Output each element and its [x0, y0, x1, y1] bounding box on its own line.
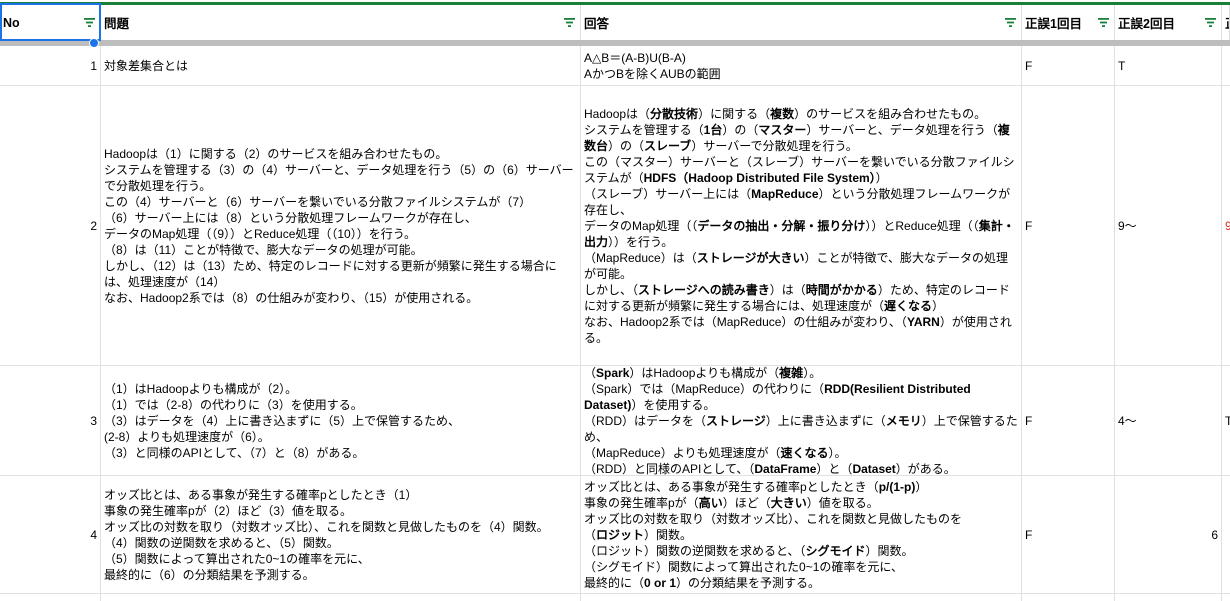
- column-header-r1[interactable]: 正誤1回目: [1022, 5, 1115, 40]
- filter-icon[interactable]: [1097, 17, 1110, 28]
- table-row: 3 （1）はHadoopよりも構成が（2）。 （1）では（2-8）の代わりに（3）…: [0, 366, 1230, 476]
- cell-no-text: 2: [90, 218, 97, 233]
- table-body: 1 対象差集合とは A△B＝(A-B)U(B-A) AかつBを除くAUBの範囲 F T 2…: [0, 46, 1230, 601]
- cell-answer[interactable]: A△B＝(A-B)U(B-A) AかつBを除くAUBの範囲: [581, 46, 1022, 85]
- cell-result-3-clipped[interactable]: [1222, 476, 1230, 593]
- cell-result-1-text: F: [1025, 218, 1033, 233]
- cell-no-text: 3: [90, 413, 97, 428]
- cell-result-2[interactable]: 4～: [1115, 366, 1222, 475]
- cell-result-2-text: 6: [1211, 527, 1218, 542]
- column-header-label: 正誤2回目: [1118, 17, 1175, 31]
- cell-question-text: （1）はHadoopよりも構成が（2）。 （1）では（2-8）の代わりに（3）を…: [104, 381, 461, 460]
- cell-no[interactable]: 2: [0, 86, 101, 365]
- table-row: ニューラルネットワークは、内部に（重み）w（バイアス）と呼ばれる: [0, 594, 1230, 601]
- filter-icon[interactable]: [1004, 17, 1017, 28]
- cell-no[interactable]: 3: [0, 366, 101, 475]
- cell-question[interactable]: Hadoopは（1）に関する（2）のサービスを組み合わせたもの。 システムを管理…: [101, 86, 581, 365]
- filter-icon[interactable]: [563, 17, 576, 28]
- column-header-a[interactable]: 回答: [581, 5, 1022, 40]
- cell-no-text: 1: [90, 58, 97, 73]
- cell-result-2[interactable]: T: [1115, 46, 1222, 85]
- filter-icon[interactable]: [1204, 17, 1217, 28]
- cell-answer[interactable]: ニューラルネットワークは、内部に（重み）w（バイアス）と呼ばれる: [581, 594, 1022, 601]
- header-row: No 問題 回答 正誤1回目 正誤2回目 正誤3回目: [0, 5, 1230, 40]
- cell-result-3-clipped-text: T: [1225, 413, 1230, 428]
- cell-result-1-text: F: [1025, 413, 1033, 428]
- cell-answer-text: オッズ比とは、ある事象が発生する確率pとしたとき（p/(1-p)） 事象の発生確…: [584, 479, 963, 590]
- cell-result-1[interactable]: F: [1022, 86, 1115, 365]
- table-row: 1 対象差集合とは A△B＝(A-B)U(B-A) AかつBを除くAUBの範囲 F T: [0, 46, 1230, 86]
- column-header-label: No: [3, 15, 20, 30]
- cell-result-3-clipped[interactable]: 9: [1222, 86, 1230, 365]
- column-header-label: 回答: [584, 17, 610, 31]
- cell-answer-text: Hadoopは（分散技術）に関する（複数）のサービスを組み合わせたもの。 システ…: [584, 106, 1015, 345]
- cell-result-3-clipped[interactable]: [1222, 594, 1230, 601]
- spreadsheet-grid: No 問題 回答 正誤1回目 正誤2回目 正誤3回目 1 対象差集合とは A△B＝(A-B)U…: [0, 0, 1230, 601]
- cell-question[interactable]: 対象差集合とは: [101, 46, 581, 85]
- cell-result-2-text: 9～: [1118, 218, 1137, 233]
- cell-answer[interactable]: （Spark）はHadoopよりも構成が（複雑）。 （Spark）では（MapR…: [581, 366, 1022, 475]
- cell-result-3-clipped[interactable]: [1222, 46, 1230, 85]
- cell-answer-text: A△B＝(A-B)U(B-A) AかつBを除くAUBの範囲: [584, 50, 721, 81]
- table-row: 4 オッズ比とは、ある事象が発生する確率pとしたとき（1） 事象の発生確率pが（2…: [0, 476, 1230, 594]
- cell-result-3-clipped[interactable]: T: [1222, 366, 1230, 475]
- cell-question[interactable]: オッズ比とは、ある事象が発生する確率pとしたとき（1） 事象の発生確率pが（2）…: [101, 476, 581, 593]
- cell-result-3-clipped-text: 9: [1225, 218, 1230, 233]
- table-row: 2 Hadoopは（1）に関する（2）のサービスを組み合わせたもの。 システムを管…: [0, 86, 1230, 366]
- cell-result-2[interactable]: 6: [1115, 476, 1222, 593]
- cell-no[interactable]: [0, 594, 101, 601]
- fill-handle[interactable]: [89, 38, 99, 48]
- cell-question-text: オッズ比とは、ある事象が発生する確率pとしたとき（1） 事象の発生確率pが（2）…: [104, 487, 549, 582]
- cell-no-text: 4: [90, 527, 97, 542]
- cell-result-2-text: 4～: [1118, 413, 1137, 428]
- cell-result-1[interactable]: F: [1022, 46, 1115, 85]
- cell-result-1[interactable]: [1022, 594, 1115, 601]
- column-header-q[interactable]: 問題: [101, 5, 581, 40]
- cell-no[interactable]: 4: [0, 476, 101, 593]
- cell-result-2[interactable]: 9～: [1115, 86, 1222, 365]
- cell-answer[interactable]: オッズ比とは、ある事象が発生する確率pとしたとき（p/(1-p)） 事象の発生確…: [581, 476, 1022, 593]
- cell-question[interactable]: （1）はHadoopよりも構成が（2）。 （1）では（2-8）の代わりに（3）を…: [101, 366, 581, 475]
- cell-question-text: 対象差集合とは: [104, 58, 189, 73]
- cell-answer[interactable]: Hadoopは（分散技術）に関する（複数）のサービスを組み合わせたもの。 システ…: [581, 86, 1022, 365]
- cell-result-1[interactable]: F: [1022, 476, 1115, 593]
- cell-result-1-text: F: [1025, 527, 1033, 542]
- cell-result-2[interactable]: [1115, 594, 1222, 601]
- column-header-r2[interactable]: 正誤2回目: [1115, 5, 1222, 40]
- cell-question-text: Hadoopは（1）に関する（2）のサービスを組み合わせたもの。 システムを管理…: [104, 146, 574, 305]
- cell-result-1[interactable]: F: [1022, 366, 1115, 475]
- cell-result-2-text: T: [1118, 58, 1126, 73]
- column-header-label: 問題: [104, 17, 130, 31]
- filter-icon[interactable]: [83, 17, 96, 28]
- cell-result-1-text: F: [1025, 58, 1033, 73]
- column-header-no[interactable]: No: [0, 5, 101, 40]
- column-header-label: 正誤1回目: [1025, 17, 1082, 31]
- column-header-label: 正誤3回目: [1225, 13, 1229, 32]
- cell-answer-text: （Spark）はHadoopよりも構成が（複雑）。 （Spark）では（MapR…: [584, 366, 1018, 475]
- column-header-x[interactable]: 正誤3回目: [1222, 5, 1230, 40]
- cell-question[interactable]: [101, 594, 581, 601]
- cell-no[interactable]: 1: [0, 46, 101, 85]
